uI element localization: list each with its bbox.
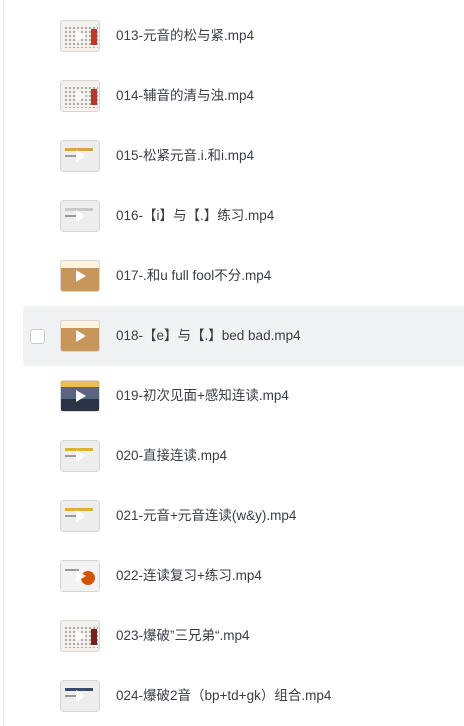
file-name[interactable]: 020-直接连读.mp4 xyxy=(116,426,227,486)
thumbnail-accent xyxy=(91,89,97,105)
video-thumbnail[interactable] xyxy=(60,200,100,232)
play-icon xyxy=(76,510,86,522)
play-icon xyxy=(76,570,86,582)
video-thumbnail[interactable] xyxy=(60,80,100,112)
thumbnail-accent xyxy=(91,29,97,45)
file-row[interactable]: 021-元音+元音连读(w&y).mp4 xyxy=(0,486,464,546)
video-thumbnail[interactable] xyxy=(60,440,100,472)
thumbnail-header xyxy=(61,381,99,387)
video-thumbnail[interactable] xyxy=(60,320,100,352)
play-icon xyxy=(76,630,86,642)
play-icon xyxy=(76,30,86,42)
thumbnail-header xyxy=(61,261,99,268)
thumbnail-header xyxy=(61,321,99,328)
file-name[interactable]: 018-【e】与【.】bed bad.mp4 xyxy=(116,306,301,366)
file-name[interactable]: 024-爆破2音（bp+td+gk）组合.mp4 xyxy=(116,666,331,726)
file-row[interactable]: 017-.和u full fool不分.mp4 xyxy=(0,246,464,306)
play-icon xyxy=(76,330,86,342)
video-thumbnail[interactable] xyxy=(60,140,100,172)
file-row[interactable]: 015-松紧元音.i.和i.mp4 xyxy=(0,126,464,186)
video-thumbnail[interactable] xyxy=(60,380,100,412)
video-thumbnail[interactable] xyxy=(60,620,100,652)
file-row[interactable]: 019-初次见面+感知连读.mp4 xyxy=(0,366,464,426)
play-icon xyxy=(76,270,86,282)
file-list-panel: 013-元音的松与紧.mp4 014-辅音的清与浊.mp4 015-松紧元音.i.和… xyxy=(0,0,464,726)
file-name[interactable]: 022-连读复习+练习.mp4 xyxy=(116,546,262,606)
play-icon xyxy=(76,450,86,462)
file-list: 013-元音的松与紧.mp4 014-辅音的清与浊.mp4 015-松紧元音.i.和… xyxy=(0,6,464,726)
video-thumbnail[interactable] xyxy=(60,500,100,532)
video-thumbnail[interactable] xyxy=(60,560,100,592)
play-icon xyxy=(76,690,86,702)
file-name[interactable]: 021-元音+元音连读(w&y).mp4 xyxy=(116,486,296,546)
video-thumbnail[interactable] xyxy=(60,680,100,712)
file-name[interactable]: 013-元音的松与紧.mp4 xyxy=(116,6,254,66)
play-icon xyxy=(76,390,86,402)
file-row[interactable]: 023-爆破”三兄弟“.mp4 xyxy=(0,606,464,666)
video-thumbnail[interactable] xyxy=(60,20,100,52)
row-checkbox[interactable] xyxy=(30,329,45,344)
file-name[interactable]: 019-初次见面+感知连读.mp4 xyxy=(116,366,289,426)
file-name[interactable]: 017-.和u full fool不分.mp4 xyxy=(116,246,271,306)
video-thumbnail[interactable] xyxy=(60,260,100,292)
file-name[interactable]: 014-辅音的清与浊.mp4 xyxy=(116,66,254,126)
play-icon xyxy=(76,150,86,162)
file-row[interactable]: 016-【i】与【.】练习.mp4 xyxy=(0,186,464,246)
file-name[interactable]: 016-【i】与【.】练习.mp4 xyxy=(116,186,274,246)
file-row[interactable]: 020-直接连读.mp4 xyxy=(0,426,464,486)
thumbnail-accent xyxy=(91,629,97,645)
play-icon xyxy=(76,210,86,222)
file-row[interactable]: 014-辅音的清与浊.mp4 xyxy=(0,66,464,126)
file-row[interactable]: 024-爆破2音（bp+td+gk）组合.mp4 xyxy=(0,666,464,726)
file-row[interactable]: 018-【e】与【.】bed bad.mp4 xyxy=(23,306,464,366)
file-row[interactable]: 013-元音的松与紧.mp4 xyxy=(0,6,464,66)
file-row[interactable]: 022-连读复习+练习.mp4 xyxy=(0,546,464,606)
play-icon xyxy=(76,90,86,102)
file-name[interactable]: 023-爆破”三兄弟“.mp4 xyxy=(116,606,250,666)
file-name[interactable]: 015-松紧元音.i.和i.mp4 xyxy=(116,126,254,186)
